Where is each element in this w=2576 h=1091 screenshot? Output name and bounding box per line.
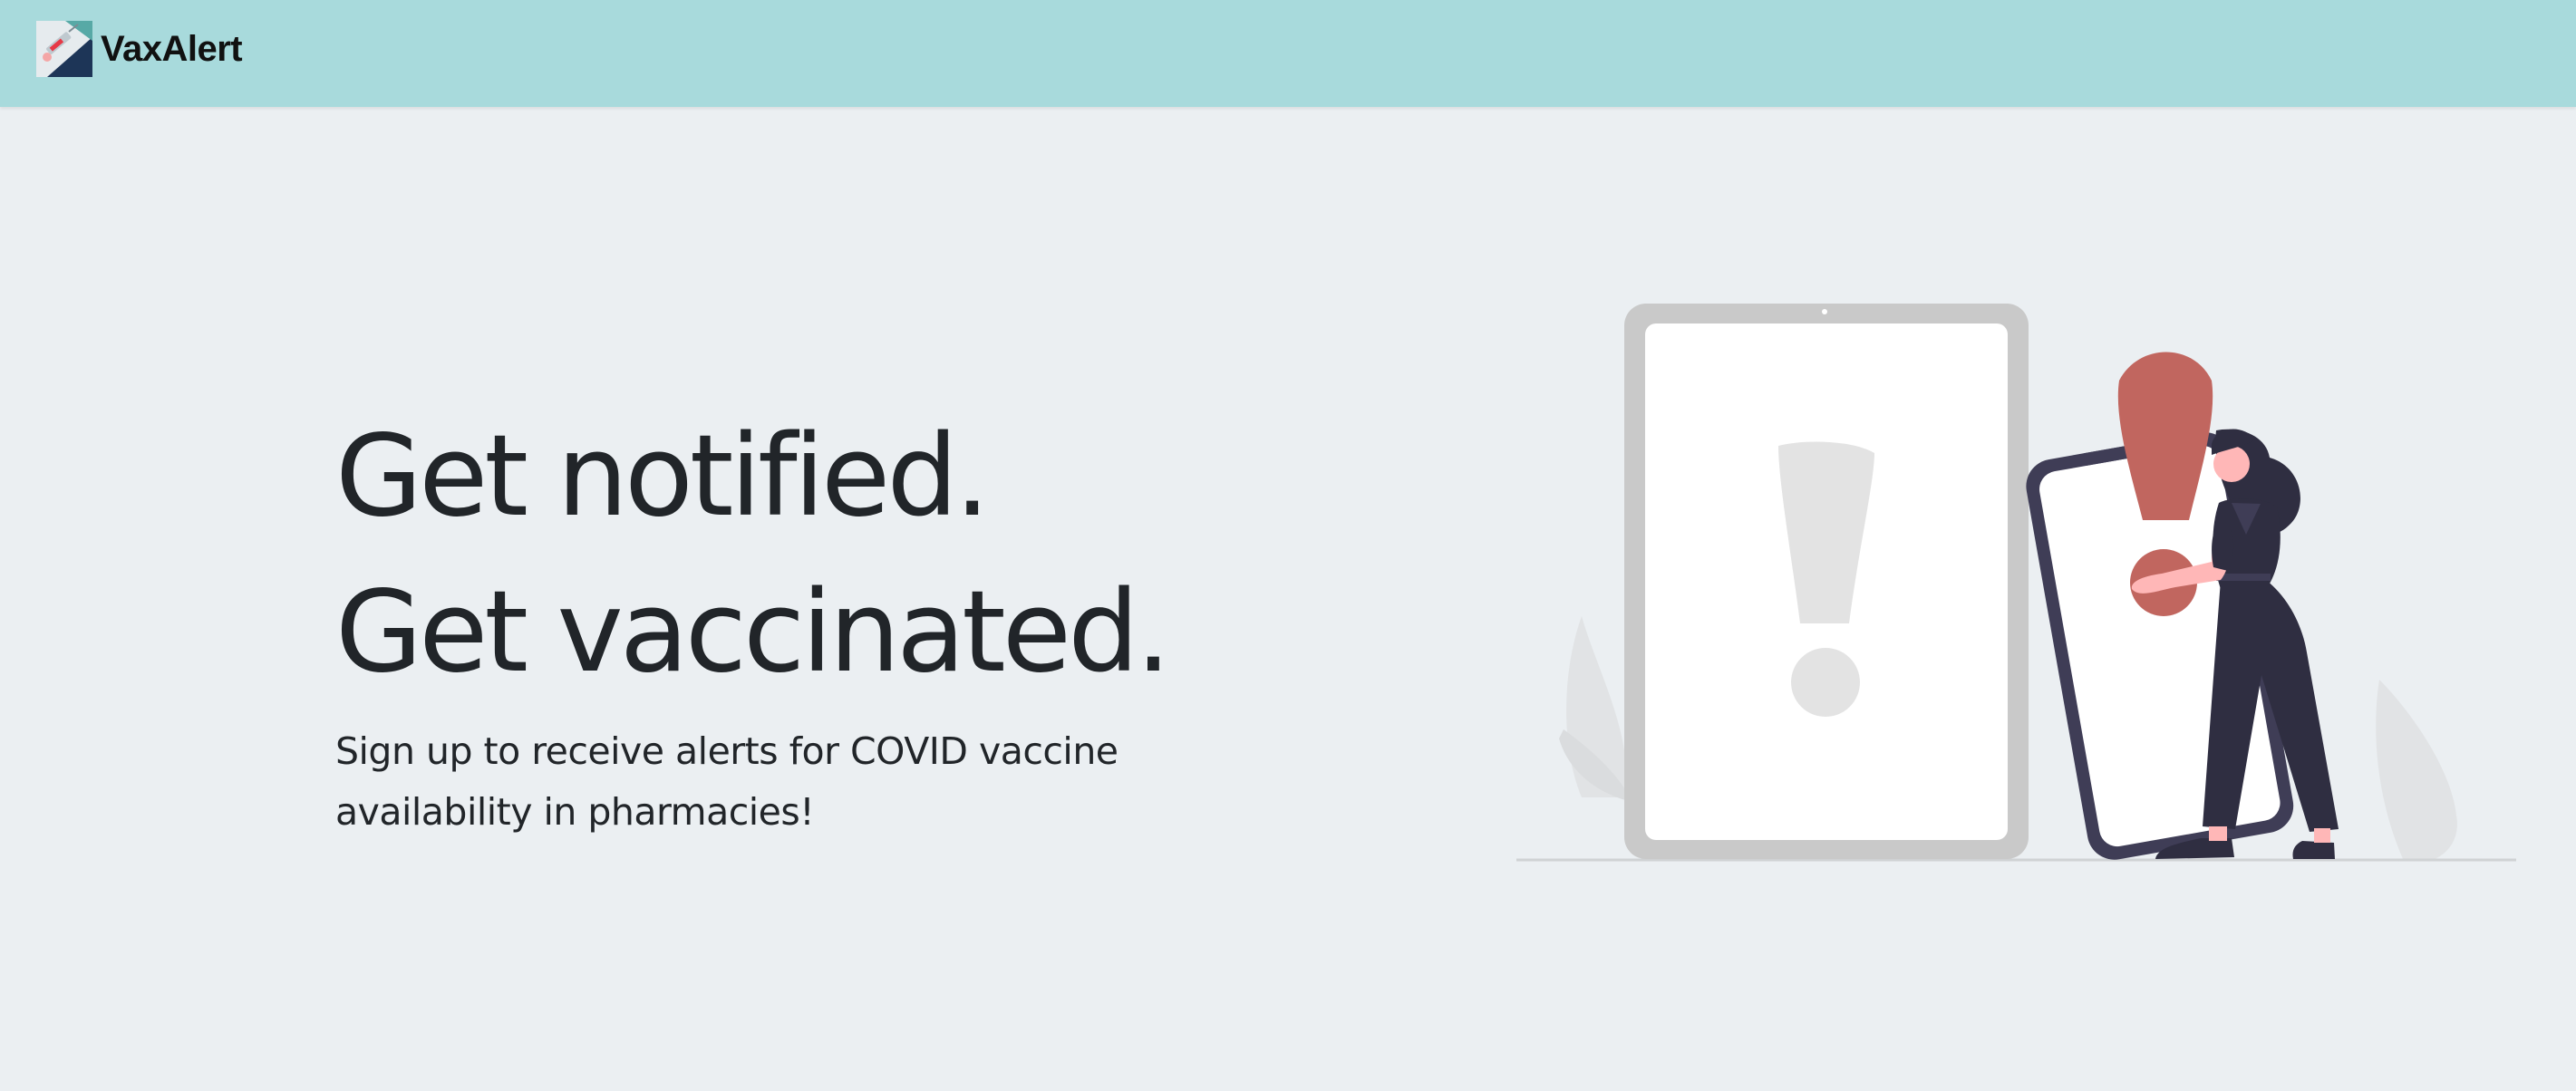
tablet-camera (1822, 309, 1827, 314)
brand-link[interactable]: VaxAlert (36, 21, 243, 77)
headline-line-2: Get vaccinated. (335, 567, 1171, 698)
brand-name: VaxAlert (101, 28, 243, 69)
vaccine-logo-icon (36, 21, 92, 77)
headline-line-1: Get notified. (335, 411, 990, 542)
hero-text: Get notified. Get vaccinated. Sign up to… (335, 399, 1171, 843)
navbar: VaxAlert (0, 0, 2576, 107)
hero-subtext: Sign up to receive alerts for COVID vacc… (335, 729, 1119, 834)
notification-illustration (1516, 304, 2516, 862)
right-plant (2376, 680, 2457, 861)
tablet-exclamation-dot (1791, 648, 1860, 717)
